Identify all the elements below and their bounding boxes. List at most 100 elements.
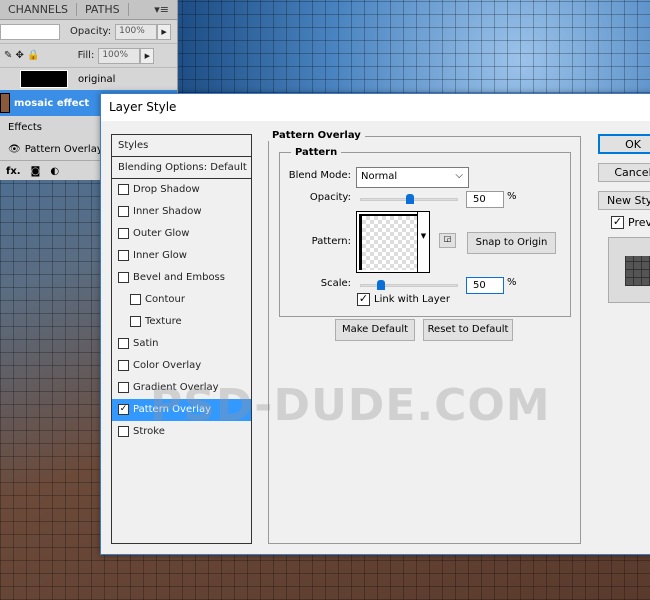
lock-icons[interactable]: ✎ ✥ 🔒 — [4, 50, 40, 61]
style-item-label: Inner Shadow — [133, 206, 202, 217]
opacity-arrow[interactable]: ▶ — [157, 23, 172, 40]
percent-sign: % — [507, 277, 517, 288]
style-item[interactable]: Contour — [112, 289, 251, 311]
fill-field[interactable]: 100% — [98, 47, 141, 64]
style-item[interactable]: Outer Glow — [112, 223, 251, 245]
cancel-button[interactable]: Cancel — [598, 163, 650, 182]
checkbox-icon[interactable] — [118, 426, 129, 437]
style-item[interactable]: Inner Shadow — [112, 201, 251, 223]
style-item[interactable]: Color Overlay — [112, 355, 251, 377]
scale-slider-thumb[interactable] — [376, 280, 385, 290]
blend-mode-label: Blend Mode: — [288, 170, 351, 181]
opacity-input[interactable]: 50 — [466, 191, 504, 208]
style-item-label: Bevel and Emboss — [133, 272, 225, 283]
style-item[interactable]: Satin — [112, 333, 251, 355]
layer-style-dialog: Layer Style Styles Blending Options: Defa… — [100, 93, 650, 555]
scale-label: Scale: — [320, 278, 351, 289]
style-item[interactable]: Texture — [112, 311, 251, 333]
make-default-button[interactable]: Make Default — [335, 319, 415, 341]
fx-icon[interactable]: fx. — [6, 166, 21, 177]
pattern-label: Pattern: — [311, 236, 351, 247]
reset-to-default-button[interactable]: Reset to Default — [423, 319, 513, 341]
effect-label: Pattern Overlay — [24, 143, 103, 155]
new-style-button[interactable]: New Style... — [598, 191, 650, 210]
section-title: Pattern Overlay — [268, 130, 365, 141]
style-item-label: Outer Glow — [133, 228, 190, 239]
tab-channels[interactable]: CHANNELS — [0, 3, 77, 16]
style-item[interactable]: Stroke — [112, 421, 251, 443]
preview-swatch — [625, 256, 650, 286]
ok-button[interactable]: OK — [598, 134, 650, 154]
checkbox-checked-icon: ✓ — [357, 292, 370, 306]
style-item-label: Blending Options: Default — [118, 162, 247, 173]
style-item-label: Inner Glow — [133, 250, 187, 261]
group-title: Pattern — [291, 147, 342, 158]
blend-mode-value: Normal — [361, 171, 398, 182]
style-item-label: Contour — [145, 294, 185, 305]
style-item[interactable]: Drop Shadow — [112, 179, 251, 201]
checkbox-icon[interactable] — [130, 294, 141, 305]
checkbox-icon[interactable] — [118, 184, 129, 195]
link-label: Link with Layer — [374, 294, 450, 305]
snap-to-origin-button[interactable]: Snap to Origin — [467, 232, 556, 254]
blend-mode-select[interactable]: Normal ⌵ — [356, 167, 469, 188]
new-preset-icon[interactable]: ◲ — [439, 233, 456, 248]
pattern-dropdown-arrow[interactable]: ▼ — [417, 212, 429, 272]
style-item-label: Gradient Overlay — [133, 382, 219, 393]
opacity-label: Opacity: — [309, 192, 351, 203]
checkbox-icon[interactable] — [118, 228, 129, 239]
layer-name: original — [78, 73, 116, 85]
pattern-swatch — [359, 214, 417, 270]
checkbox-icon[interactable] — [118, 206, 129, 217]
preview-label: Preview — [628, 216, 650, 229]
style-item-label: Styles — [118, 140, 149, 151]
link-with-layer-checkbox[interactable]: ✓ Link with Layer — [357, 293, 450, 306]
styles-list: Styles Blending Options: Default Drop Shad… — [111, 134, 252, 544]
style-item[interactable]: Gradient Overlay — [112, 377, 251, 399]
fill-label: Fill: — [77, 50, 95, 61]
style-item[interactable]: Bevel and Emboss — [112, 267, 251, 289]
layer-mask-thumbnail — [20, 70, 68, 88]
style-preview — [608, 237, 650, 303]
style-item[interactable]: ✓ Pattern Overlay — [112, 399, 251, 421]
checkbox-checked-icon[interactable]: ✓ — [118, 404, 129, 415]
style-item[interactable]: Styles — [112, 135, 251, 157]
opacity-slider-thumb[interactable] — [406, 194, 414, 204]
preview-checkbox[interactable]: ✓ Preview — [611, 216, 650, 229]
layer-name: mosaic effect — [14, 97, 90, 109]
style-item-label: Stroke — [133, 426, 165, 437]
style-item-label: Pattern Overlay — [133, 404, 212, 415]
layer-original[interactable]: original — [0, 68, 177, 90]
style-item[interactable]: Inner Glow — [112, 245, 251, 267]
fill-arrow[interactable]: ▶ — [140, 47, 155, 64]
layer-thumbnail — [0, 93, 10, 113]
opacity-slider[interactable] — [360, 194, 458, 204]
style-item[interactable]: Blending Options: Default — [112, 157, 251, 179]
checkbox-icon[interactable] — [118, 338, 129, 349]
adjustment-icon[interactable]: ◐ — [50, 166, 59, 177]
chevron-down-icon: ⌵ — [455, 170, 463, 181]
checkbox-icon[interactable] — [130, 316, 141, 327]
opacity-field[interactable]: 100% — [115, 23, 158, 40]
effects-label: Effects — [8, 121, 42, 133]
tab-paths[interactable]: PATHS — [77, 3, 129, 16]
style-item-label: Color Overlay — [133, 360, 202, 371]
checkbox-icon[interactable] — [118, 382, 129, 393]
checkbox-icon[interactable] — [118, 272, 129, 283]
opacity-label: Opacity: — [70, 26, 112, 37]
checkbox-icon[interactable] — [118, 250, 129, 261]
pattern-picker[interactable]: ▼ — [356, 211, 430, 273]
style-item-label: Texture — [145, 316, 182, 327]
percent-sign: % — [507, 191, 517, 202]
scale-slider[interactable] — [360, 280, 458, 290]
style-item-label: Drop Shadow — [133, 184, 200, 195]
panel-menu-icon[interactable]: ▾≡ — [146, 3, 177, 16]
style-item-label: Satin — [133, 338, 159, 349]
blend-mode-select[interactable] — [0, 23, 60, 40]
checkbox-icon[interactable] — [118, 360, 129, 371]
mask-icon[interactable]: ◙ — [31, 166, 41, 177]
eye-icon[interactable]: 👁 — [8, 144, 21, 155]
dialog-title: Layer Style — [101, 94, 650, 121]
checkbox-checked-icon: ✓ — [611, 215, 624, 229]
scale-input[interactable]: 50 — [466, 277, 504, 294]
